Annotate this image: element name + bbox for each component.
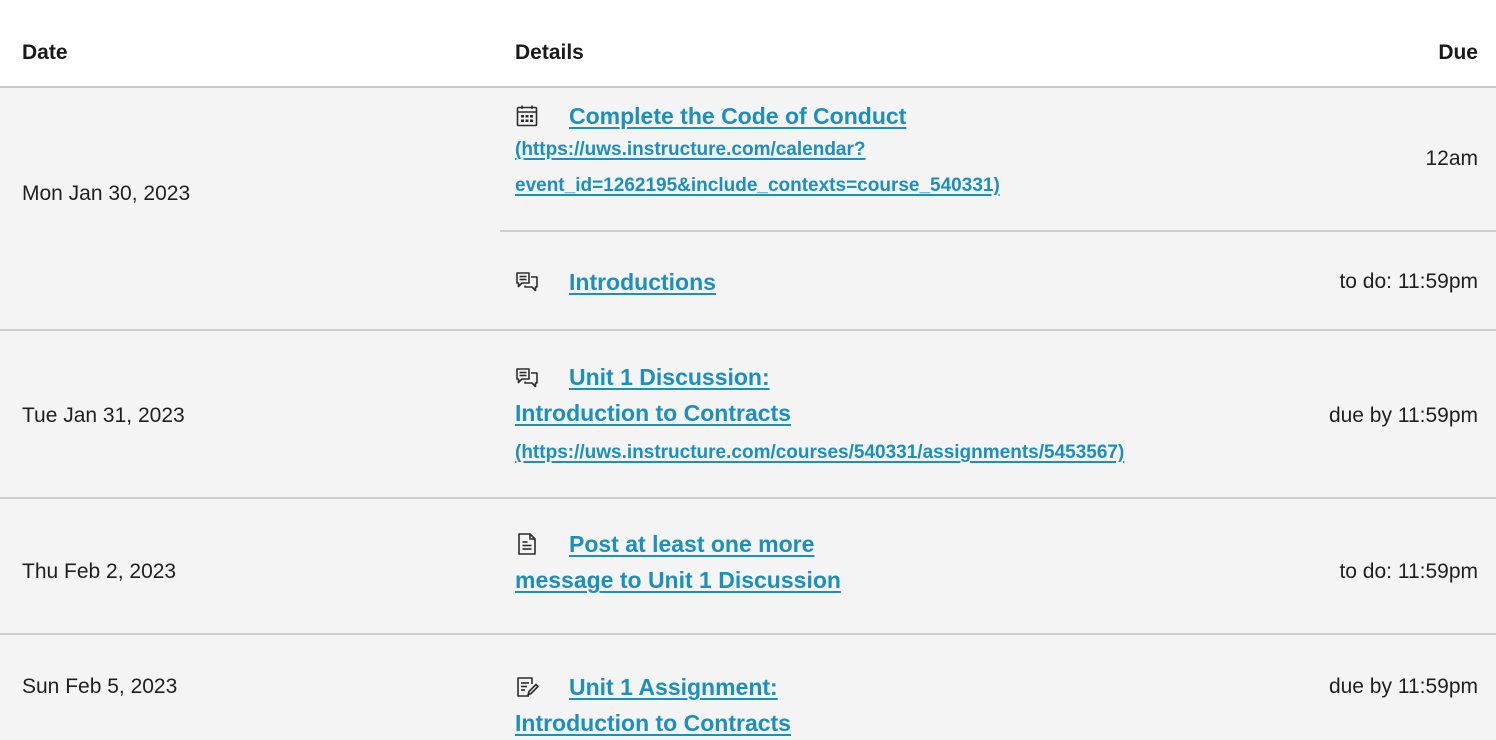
header-due: Due (1438, 41, 1478, 64)
page-icon (515, 532, 539, 556)
calendar-icon (515, 104, 539, 128)
row-divider (0, 633, 1496, 635)
row-date: Mon Jan 30, 2023 (22, 182, 191, 205)
assignment-icon (515, 675, 539, 699)
table-header: Date Details Due (0, 0, 1496, 88)
discussion-icon (515, 366, 539, 390)
event-url-line2[interactable]: event_id=1262195&include_contexts=course… (515, 174, 1000, 198)
discussion-url[interactable]: (https://uws.instructure.com/courses/540… (515, 441, 1124, 465)
item-divider (500, 230, 1496, 232)
discussion-link-introductions[interactable]: Introductions (569, 268, 716, 296)
discussion-link-unit1-title-line2[interactable]: Introduction to Contracts (515, 399, 791, 427)
assignment-link-unit1-line1[interactable]: Unit 1 Assignment: (569, 673, 778, 701)
due-time: due by 11:59pm (1328, 675, 1478, 698)
header-date: Date (22, 41, 68, 64)
event-link-code-of-conduct[interactable]: Complete the Code of Conduct (569, 102, 906, 130)
row-divider (0, 329, 1496, 331)
event-url-line1[interactable]: (https://uws.instructure.com/calendar? (515, 138, 866, 162)
due-time: to do: 11:59pm (1339, 270, 1478, 293)
row-divider (0, 497, 1496, 499)
row-date: Sun Feb 5, 2023 (22, 675, 178, 698)
discussion-link-unit1-title-line1[interactable]: Unit 1 Discussion: (569, 363, 770, 391)
due-time: to do: 11:59pm (1339, 560, 1478, 583)
page-link-post-line2[interactable]: message to Unit 1 Discussion (515, 566, 841, 594)
syllabus-schedule-table: Date Details Due Mon Jan 30, 2023 Comple… (0, 0, 1496, 740)
row-date: Tue Jan 31, 2023 (22, 404, 185, 427)
page-link-post-line1[interactable]: Post at least one more (569, 530, 814, 558)
assignment-link-unit1-line2[interactable]: Introduction to Contracts (515, 709, 791, 737)
header-details: Details (515, 41, 584, 64)
due-time: due by 11:59pm (1328, 404, 1478, 427)
due-time: 12am (1425, 147, 1478, 170)
discussion-icon (515, 270, 539, 294)
row-date: Thu Feb 2, 2023 (22, 560, 177, 583)
